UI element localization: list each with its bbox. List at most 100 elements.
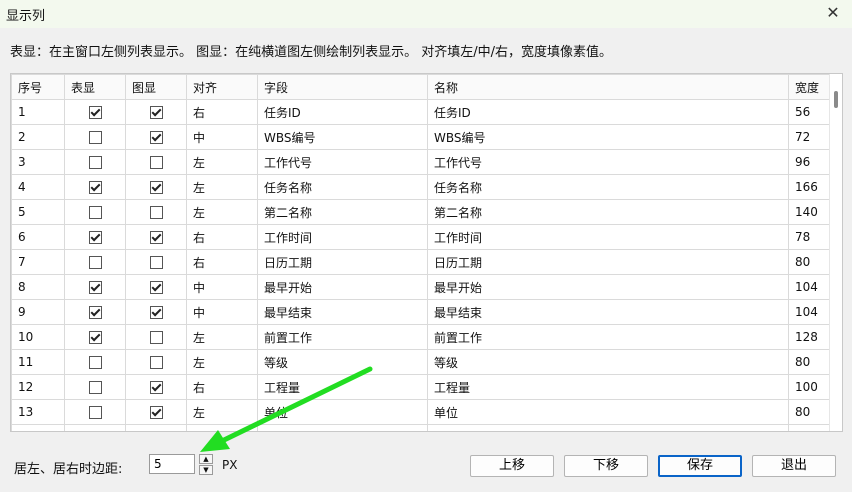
cell-name[interactable]: 等级: [427, 349, 789, 375]
column-header[interactable]: 对齐: [186, 74, 258, 100]
cell-width[interactable]: 128: [788, 324, 831, 350]
column-header[interactable]: 宽度: [788, 74, 831, 100]
table-show-checkbox[interactable]: [88, 131, 102, 144]
cell-align[interactable]: 左: [186, 324, 258, 350]
cell-field[interactable]: 工作时间: [257, 224, 428, 250]
table-show-checkbox[interactable]: [88, 381, 102, 394]
chart-show-checkbox[interactable]: [149, 156, 163, 169]
cell-no[interactable]: 4: [11, 174, 65, 200]
spin-down-icon[interactable]: ▼: [199, 465, 213, 475]
cell-width[interactable]: 96: [788, 149, 831, 175]
cell-no[interactable]: 9: [11, 299, 65, 325]
cell-no[interactable]: 2: [11, 124, 65, 150]
cell-align[interactable]: 左: [186, 199, 258, 225]
cell-width[interactable]: 100: [788, 374, 831, 400]
cell-align[interactable]: [186, 424, 258, 431]
cell-name[interactable]: 第二名称: [427, 199, 789, 225]
chart-show-checkbox[interactable]: [149, 206, 163, 219]
cell-align[interactable]: 中: [186, 274, 258, 300]
table-show-checkbox[interactable]: [88, 206, 102, 219]
chart-show-checkbox[interactable]: [149, 281, 163, 294]
cell-field[interactable]: 第二名称: [257, 199, 428, 225]
table-show-checkbox[interactable]: [88, 106, 102, 119]
table-row[interactable]: 4 左任务名称 任务名称 166: [11, 174, 831, 200]
table-row[interactable]: 10 左前置工作 前置工作 128: [11, 324, 831, 350]
cell-field[interactable]: 任务ID: [257, 99, 428, 125]
table-show-checkbox[interactable]: [88, 231, 102, 244]
table-show-checkbox[interactable]: [88, 156, 102, 169]
table-show-checkbox[interactable]: [88, 356, 102, 369]
move-up-button[interactable]: 上移: [470, 455, 554, 477]
cell-align[interactable]: 中: [186, 299, 258, 325]
cell-name[interactable]: 任务ID: [427, 99, 789, 125]
cell-field[interactable]: 最早开始: [257, 274, 428, 300]
table-show-checkbox[interactable]: [88, 256, 102, 269]
cell-no[interactable]: 6: [11, 224, 65, 250]
cell-width[interactable]: 72: [788, 124, 831, 150]
cell-width[interactable]: 80: [788, 399, 831, 425]
chart-show-checkbox[interactable]: [149, 256, 163, 269]
cell-align[interactable]: 中: [186, 124, 258, 150]
column-header[interactable]: 名称: [427, 74, 789, 100]
cell-name[interactable]: [427, 424, 789, 431]
table-row[interactable]: 12 右工程量 工程量 100: [11, 374, 831, 400]
cell-field[interactable]: 工作代号: [257, 149, 428, 175]
cell-name[interactable]: 日历工期: [427, 249, 789, 275]
cell-width[interactable]: 80: [788, 349, 831, 375]
cell-align[interactable]: 左: [186, 174, 258, 200]
table-row[interactable]: 5 左第二名称 第二名称 140: [11, 199, 831, 225]
cell-width[interactable]: 140: [788, 199, 831, 225]
table-row[interactable]: 2 中 WBS编号 WBS编号 72: [11, 124, 831, 150]
column-header[interactable]: 字段: [257, 74, 428, 100]
cell-no[interactable]: [11, 424, 65, 431]
cell-field[interactable]: 最早结束: [257, 299, 428, 325]
chart-show-checkbox[interactable]: [149, 231, 163, 244]
table-row[interactable]: 1 右任务ID 任务ID 56: [11, 99, 831, 125]
table-show-checkbox[interactable]: [89, 431, 102, 432]
cell-name[interactable]: 工作代号: [427, 149, 789, 175]
chart-show-checkbox[interactable]: [149, 406, 163, 419]
cell-width[interactable]: 166: [788, 174, 831, 200]
cell-align[interactable]: 右: [186, 99, 258, 125]
cell-field[interactable]: WBS编号: [257, 124, 428, 150]
cell-width[interactable]: [788, 424, 831, 431]
chart-show-checkbox[interactable]: [149, 356, 163, 369]
chart-show-checkbox[interactable]: [149, 181, 163, 194]
margin-spinner[interactable]: ▲ ▼: [149, 454, 213, 476]
cell-align[interactable]: 左: [186, 349, 258, 375]
cell-width[interactable]: 104: [788, 299, 831, 325]
table-row[interactable]: 6 右工作时间 工作时间 78: [11, 224, 831, 250]
margin-input[interactable]: [149, 454, 195, 474]
cell-name[interactable]: 工程量: [427, 374, 789, 400]
table-row[interactable]: 11 左等级 等级 80: [11, 349, 831, 375]
cell-align[interactable]: 右: [186, 374, 258, 400]
chart-show-checkbox[interactable]: [149, 381, 163, 394]
table-show-checkbox[interactable]: [88, 331, 102, 344]
table-row[interactable]: 3 左工作代号 工作代号 96: [11, 149, 831, 175]
cell-align[interactable]: 右: [186, 249, 258, 275]
column-header[interactable]: 序号: [11, 74, 65, 100]
cell-field[interactable]: 工程量: [257, 374, 428, 400]
column-header[interactable]: 图显: [125, 74, 187, 100]
table-show-checkbox[interactable]: [88, 406, 102, 419]
cell-field[interactable]: 前置工作: [257, 324, 428, 350]
cell-name[interactable]: 任务名称: [427, 174, 789, 200]
cell-align[interactable]: 左: [186, 399, 258, 425]
cell-name[interactable]: 前置工作: [427, 324, 789, 350]
cell-no[interactable]: 7: [11, 249, 65, 275]
cell-align[interactable]: 右: [186, 224, 258, 250]
vertical-scrollbar[interactable]: [829, 74, 842, 431]
cell-width[interactable]: 80: [788, 249, 831, 275]
scrollbar-thumb[interactable]: [834, 91, 838, 108]
chart-show-checkbox[interactable]: [149, 331, 163, 344]
chart-show-checkbox[interactable]: [149, 106, 163, 119]
save-button[interactable]: 保存: [658, 455, 742, 477]
table-row[interactable]: 7 右日历工期 日历工期 80: [11, 249, 831, 275]
cell-no[interactable]: 8: [11, 274, 65, 300]
chart-show-checkbox[interactable]: [149, 131, 163, 144]
cell-field[interactable]: 日历工期: [257, 249, 428, 275]
chart-show-checkbox[interactable]: [150, 431, 163, 432]
cell-no[interactable]: 5: [11, 199, 65, 225]
close-icon[interactable]: ✕: [822, 2, 844, 24]
cell-no[interactable]: 3: [11, 149, 65, 175]
